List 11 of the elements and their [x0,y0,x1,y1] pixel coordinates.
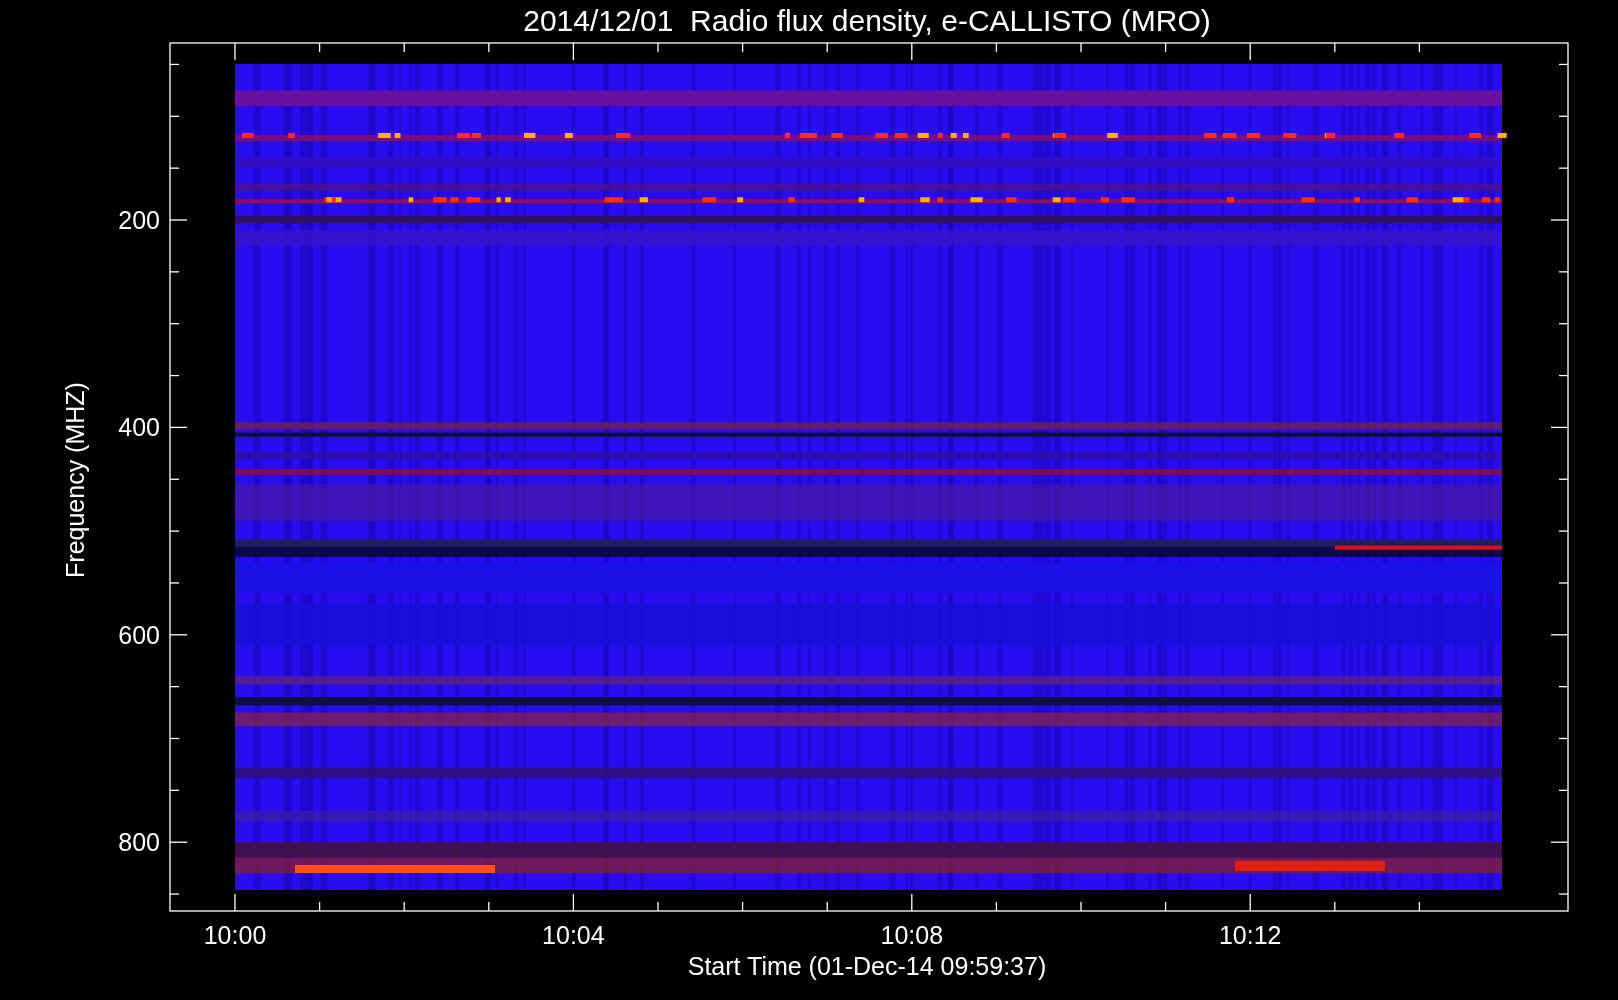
y-tick-label: 200 [118,206,160,234]
x-tick-label: 10:00 [203,921,267,949]
x-tick-label: 10:08 [880,921,944,949]
y-tick-label: 600 [118,620,160,649]
x-tick-label: 10:04 [542,921,605,949]
y-axis-label: Frequency (MHZ) [61,382,89,578]
x-axis-label: Start Time (01-Dec-14 09:59:37) [687,952,1047,980]
x-tick-label: 10:12 [1218,921,1282,949]
y-tick-label: 800 [118,828,160,857]
y-tick-label: 400 [118,413,160,442]
chart-title: 2014/12/01 Radio flux density, e-CALLISTO (MRO) [523,4,1211,37]
